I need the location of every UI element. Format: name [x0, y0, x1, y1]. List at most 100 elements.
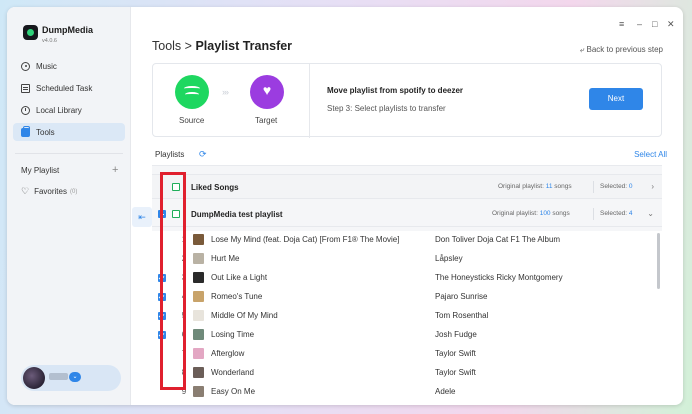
back-link-label: Back to previous step — [586, 45, 663, 54]
song-artist: Adele — [435, 387, 456, 396]
album-art-thumbnail — [193, 272, 204, 283]
playlist-name: DumpMedia test playlist — [191, 210, 283, 219]
group-separator — [593, 181, 594, 193]
select-all-button[interactable]: Select All — [634, 150, 667, 159]
sidebar-item-tools[interactable]: Tools — [13, 123, 125, 141]
song-list: 1 Lose My Mind (feat. Doja Cat) [From F1®… — [152, 231, 662, 405]
song-title: Losing Time — [211, 330, 255, 339]
album-art-thumbnail — [193, 234, 204, 245]
my-playlist-heading: My Playlist — [21, 166, 60, 175]
deezer-icon: ♥ — [250, 75, 284, 109]
song-artist: Pajaro Sunrise — [435, 292, 488, 301]
selected-info: Selected: 4 — [600, 210, 633, 217]
song-artist: Don Toliver Doja Cat F1 The Album — [435, 235, 561, 244]
album-art-thumbnail — [193, 386, 204, 397]
album-art-thumbnail — [193, 291, 204, 302]
source-label: Source — [179, 116, 205, 125]
favorites-count: (0) — [69, 188, 78, 195]
song-artist: Tom Rosenthal — [435, 311, 489, 320]
songs-label: songs — [552, 210, 570, 217]
app-version: v4.0.6 — [42, 38, 57, 44]
card-divider — [309, 64, 310, 138]
highlight-box — [160, 172, 186, 390]
song-row[interactable]: 2 Hurt Me Låpsley — [152, 250, 657, 269]
breadcrumb-separator: > — [184, 39, 192, 53]
song-title: Lose My Mind (feat. Doja Cat) [From F1® … — [211, 235, 400, 244]
transfer-arrows-icon: ››› — [222, 87, 229, 97]
sidebar-divider — [15, 153, 123, 154]
breadcrumb-root[interactable]: Tools — [152, 39, 181, 53]
group-separator — [593, 208, 594, 220]
sidebar-item-favorites[interactable]: ♡ Favorites (0) — [21, 186, 77, 197]
app-logo — [23, 25, 38, 40]
calendar-icon — [21, 83, 30, 93]
menu-icon[interactable]: ≡ — [619, 19, 624, 29]
favorites-label: Favorites — [34, 187, 67, 196]
sidebar-item-local-library[interactable]: Local Library — [13, 101, 125, 119]
sidebar: DumpMedia v4.0.6 Music Scheduled Task Lo… — [7, 7, 131, 405]
original-playlist-info: Original playlist: 11 songs — [498, 183, 572, 190]
songs-label: songs — [554, 183, 572, 190]
song-row[interactable]: 9 Easy On Me Adele — [152, 383, 657, 402]
song-row[interactable]: 5 Middle Of My Mind Tom Rosenthal — [152, 307, 657, 326]
refresh-icon[interactable]: ⟳ — [199, 149, 207, 160]
original-label: Original playlist: — [492, 210, 538, 217]
song-artist: The Honeysticks Ricky Montgomery — [435, 273, 563, 282]
song-row[interactable]: 8 Wonderland Taylor Swift — [152, 364, 657, 383]
spotify-icon — [175, 75, 209, 109]
song-title: Middle Of My Mind — [211, 311, 278, 320]
playlists-heading: Playlists — [155, 150, 185, 159]
sidebar-item-music[interactable]: Music — [13, 57, 125, 75]
scrollbar[interactable] — [657, 233, 660, 289]
song-row[interactable]: 3 Out Like a Light The Honeysticks Ricky M… — [152, 269, 657, 288]
song-title: Hurt Me — [211, 254, 240, 263]
maximize-icon[interactable]: □ — [652, 19, 657, 29]
chevron-down-icon[interactable]: ⌄ — [69, 372, 81, 382]
step-text: Step 3: Select playlists to transfer — [327, 104, 446, 113]
selected-info: Selected: 0 — [600, 183, 633, 190]
back-to-previous-step-link[interactable]: ⤶ Back to previous step — [580, 45, 663, 55]
minimize-icon[interactable]: – — [637, 19, 642, 29]
chevron-right-icon[interactable]: › — [651, 182, 654, 191]
original-playlist-info: Original playlist: 100 songs — [492, 210, 570, 217]
original-count: 100 — [539, 210, 551, 217]
album-art-thumbnail — [193, 253, 204, 264]
song-title: Romeo's Tune — [211, 292, 263, 301]
folder-icon — [21, 105, 30, 115]
selected-label: Selected: — [600, 210, 628, 217]
song-row[interactable]: 7 Afterglow Taylor Swift — [152, 345, 657, 364]
sidebar-item-scheduled-task[interactable]: Scheduled Task — [13, 79, 125, 97]
app-window: DumpMedia v4.0.6 Music Scheduled Task Lo… — [7, 7, 683, 405]
main-panel: ≡ – □ ✕ Tools > Playlist Transfer ⤶ Back… — [132, 7, 683, 405]
song-artist: Taylor Swift — [435, 368, 476, 377]
song-row[interactable]: 6 Losing Time Josh Fudge — [152, 326, 657, 345]
back-arrow-icon: ⤶ — [579, 45, 587, 54]
toolbox-icon — [21, 125, 30, 137]
next-button[interactable]: Next — [589, 88, 643, 110]
song-row[interactable]: 4 Romeo's Tune Pajaro Sunrise — [152, 288, 657, 307]
breadcrumb: Tools > Playlist Transfer — [152, 39, 292, 53]
chevron-down-icon[interactable]: ⌄ — [647, 209, 654, 218]
selected-label: Selected: — [600, 183, 628, 190]
music-icon — [21, 61, 30, 71]
song-title: Out Like a Light — [211, 273, 268, 282]
song-row[interactable]: 1 Lose My Mind (feat. Doja Cat) [From F1®… — [152, 231, 657, 250]
transfer-title: Move playlist from spotify to deezer — [327, 86, 464, 95]
song-artist: Låpsley — [435, 254, 463, 263]
close-icon[interactable]: ✕ — [667, 19, 675, 30]
transfer-card: ››› ♥ Source Target Move playlist from s… — [152, 63, 662, 138]
album-art-thumbnail — [193, 310, 204, 321]
target-label: Target — [255, 116, 278, 125]
add-playlist-icon[interactable]: + — [112, 164, 118, 176]
original-count: 11 — [545, 183, 553, 190]
user-account[interactable]: ⌄ — [21, 365, 121, 391]
playlist-list: Liked Songs Original playlist: 11 songs … — [152, 165, 662, 405]
playlist-group-liked-songs[interactable]: Liked Songs Original playlist: 11 songs … — [152, 174, 662, 199]
selected-count: 0 — [628, 183, 633, 190]
sidebar-item-label: Tools — [36, 127, 55, 137]
collapse-sidebar-icon[interactable]: ⇤ — [132, 207, 152, 227]
song-artist: Taylor Swift — [435, 349, 476, 358]
playlist-group-dumpmedia-test[interactable]: DumpMedia test playlist Original playlis… — [152, 202, 662, 227]
heart-icon: ♡ — [21, 186, 30, 196]
song-title: Wonderland — [211, 368, 254, 377]
